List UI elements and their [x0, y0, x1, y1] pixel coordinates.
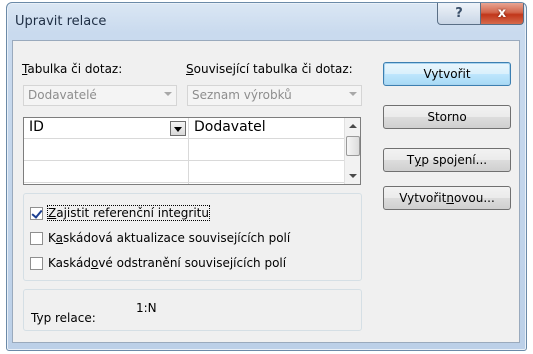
cascade-delete-checkbox[interactable]: [30, 256, 43, 270]
cascade-update-checkbox[interactable]: [30, 231, 43, 245]
integrity-options-group: Zajistit referenční integritu Kaskádová …: [23, 193, 362, 281]
cascade-delete-label[interactable]: Kaskádové odstranění souvisejících polí: [48, 256, 286, 270]
create-button[interactable]: Vytvořit: [383, 62, 511, 86]
field-dropdown-button[interactable]: [170, 121, 186, 136]
referential-integrity-option[interactable]: Zajistit referenční integritu: [30, 204, 210, 222]
referential-integrity-label[interactable]: Zajistit referenční integritu: [47, 205, 210, 221]
create-new-button[interactable]: Vytvořit n ovou...: [383, 186, 511, 210]
cascade-update-label[interactable]: Kaskádová aktualizace souvisejících polí: [48, 231, 290, 245]
right-table-combo-value: Seznam výrobků: [192, 88, 292, 102]
grid-scrollbar[interactable]: [344, 118, 360, 184]
chevron-down-icon: [164, 92, 172, 96]
relation-type-label: Typ relace:: [31, 311, 96, 325]
table-row[interactable]: [24, 162, 344, 183]
table-row[interactable]: [24, 140, 344, 161]
close-button[interactable]: x: [480, 3, 524, 25]
relation-type-group: Typ relace: 1:N: [23, 289, 362, 331]
referential-integrity-checkbox[interactable]: [30, 206, 43, 220]
help-button[interactable]: ?: [437, 3, 481, 25]
close-icon: x: [497, 6, 507, 21]
field-mapping-grid[interactable]: ID Dodavatel: [23, 117, 361, 185]
cancel-button[interactable]: Storno: [383, 105, 511, 129]
chevron-down-icon: [349, 92, 357, 96]
window-title: Upravit relace: [15, 14, 107, 29]
left-table-combo-value: Dodavatelé: [28, 88, 97, 102]
scroll-up-icon[interactable]: [349, 124, 357, 128]
right-field-cell[interactable]: Dodavatel: [194, 119, 266, 135]
cascade-update-option[interactable]: Kaskádová aktualizace souvisejících polí: [30, 229, 290, 247]
right-table-combo[interactable]: Seznam výrobků: [187, 85, 362, 106]
left-table-label: Tabulka či dotaz:: [22, 62, 123, 76]
dialog-client-area: Tabulka či dotaz: Související tabulka či…: [12, 40, 520, 343]
right-table-label: Související tabulka či dotaz:: [186, 62, 353, 76]
help-icon: ?: [455, 6, 463, 21]
scroll-down-icon[interactable]: [349, 174, 357, 178]
left-table-combo[interactable]: Dodavatelé: [23, 85, 177, 106]
table-row[interactable]: ID Dodavatel: [24, 118, 344, 139]
scrollbar-thumb[interactable]: [346, 136, 360, 156]
left-field-cell[interactable]: ID: [29, 119, 44, 135]
cascade-delete-option[interactable]: Kaskádové odstranění souvisejících polí: [30, 254, 286, 272]
column-divider: [188, 118, 189, 184]
relation-type-value: 1:N: [136, 301, 157, 315]
join-type-button[interactable]: Typ spojení...: [383, 148, 511, 172]
